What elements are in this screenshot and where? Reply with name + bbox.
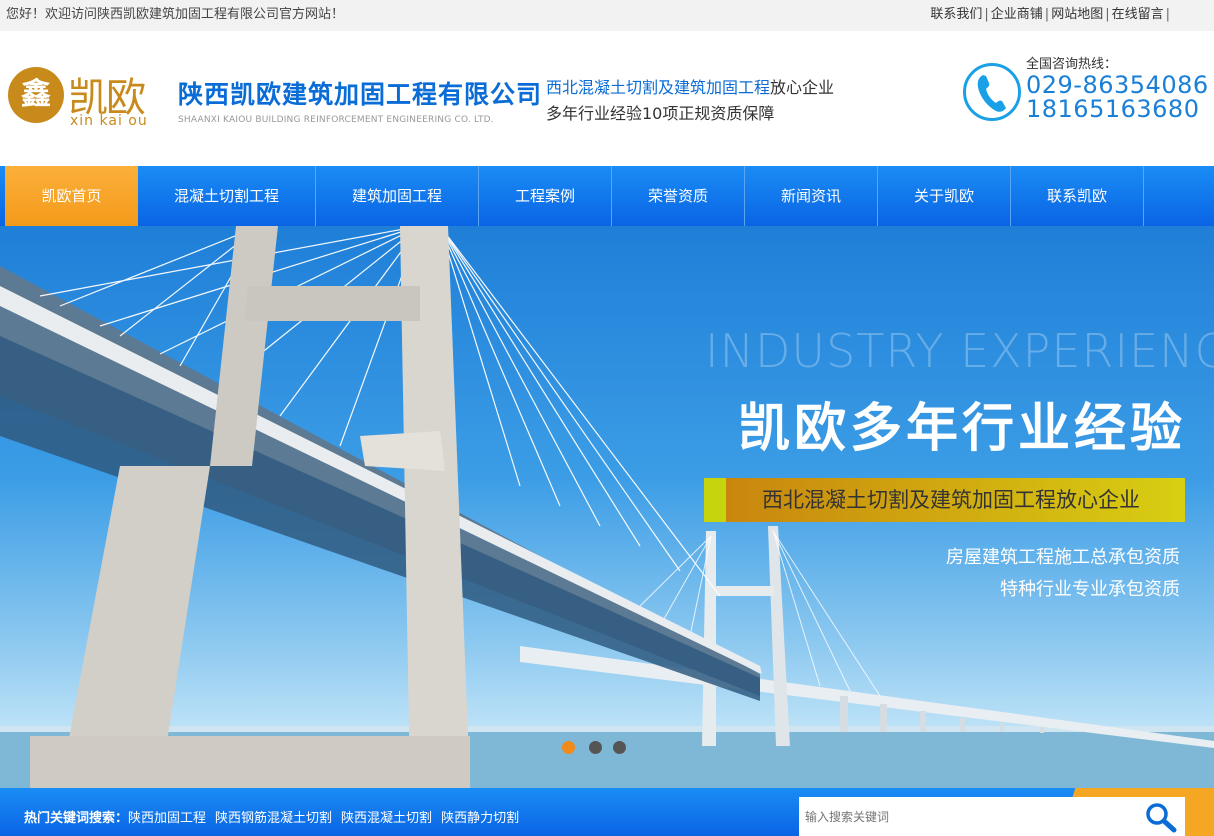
nav-item-home[interactable]: 凯欧首页 bbox=[5, 166, 138, 226]
search-box bbox=[799, 797, 1185, 836]
company-name-en: SHAANXI KAIOU BUILDING REINFORCEMENT ENG… bbox=[178, 115, 494, 125]
banner-en-title: INDUSTRY EXPERIENCE bbox=[705, 324, 1214, 378]
nav-item-cases[interactable]: 工程案例 bbox=[479, 166, 612, 226]
search-input[interactable] bbox=[799, 797, 1135, 836]
top-links: 联系我们 | 企业商铺 | 网站地图 | 在线留言 | bbox=[930, 0, 1172, 29]
nav-item-news[interactable]: 新闻资讯 bbox=[745, 166, 878, 226]
search-button[interactable] bbox=[1143, 801, 1179, 833]
banner-line-2: 特种行业专业承包资质 bbox=[1000, 579, 1180, 600]
hotline-label: 全国咨询热线： bbox=[1026, 57, 1118, 72]
slogan-rest: 放心企业 bbox=[770, 78, 835, 97]
hero-banner: INDUSTRY EXPERIENCE 凯欧多年行业经验 西北混凝土切割及建筑加… bbox=[0, 226, 1214, 788]
nav-item-concrete-cutting[interactable]: 混凝土切割工程 bbox=[138, 166, 316, 226]
phone-number-2: 18165163680 bbox=[1026, 95, 1200, 123]
contact-us-link[interactable]: 联系我们 bbox=[930, 7, 982, 22]
logo-brand-en: xin kai ou bbox=[70, 113, 148, 129]
slider-dot-1[interactable] bbox=[562, 741, 575, 754]
top-bar: 您好！欢迎访问陕西凯欧建筑加固工程有限公司官方网站！ 联系我们 | 企业商铺 | 网站地… bbox=[0, 0, 1214, 31]
message-link[interactable]: 在线留言 bbox=[1112, 7, 1164, 22]
separator: | bbox=[1105, 7, 1110, 22]
nav-item-contact[interactable]: 联系凯欧 bbox=[1011, 166, 1144, 226]
separator: | bbox=[984, 7, 989, 22]
nav-item-about[interactable]: 关于凯欧 bbox=[878, 166, 1011, 226]
slider-dot-3[interactable] bbox=[613, 741, 626, 754]
banner-line-1: 房屋建筑工程施工总承包资质 bbox=[946, 547, 1180, 568]
slider-dot-2[interactable] bbox=[589, 741, 602, 754]
slogan-highlight: 西北混凝土切割及建筑加固工程 bbox=[546, 78, 771, 97]
hot-keywords: 热门关键词搜索：陕西加固工程 陕西钢筋混凝土切割 陕西混凝土切割 陕西静力切割 bbox=[24, 788, 528, 836]
search-icon bbox=[1146, 803, 1177, 833]
keyword-link[interactable]: 陕西钢筋混凝土切割 bbox=[215, 811, 332, 826]
header-slogan: 西北混凝土切割及建筑加固工程放心企业 多年行业经验10项正规资质保障 bbox=[546, 75, 834, 127]
banner-subtitle-bar: 西北混凝土切割及建筑加固工程放心企业 bbox=[704, 478, 1185, 522]
nav-item-reinforcement[interactable]: 建筑加固工程 bbox=[316, 166, 479, 226]
hot-keywords-label: 热门关键词搜索： bbox=[24, 811, 129, 826]
logo-mark: 鑫 bbox=[8, 67, 64, 123]
company-name: 陕西凯欧建筑加固工程有限公司 SHAANXI KAIOU BUILDING RE… bbox=[178, 75, 542, 125]
banner-cn-title: 凯欧多年行业经验 bbox=[737, 399, 1186, 459]
separator: | bbox=[1165, 7, 1170, 22]
nav-item-honors[interactable]: 荣誉资质 bbox=[612, 166, 745, 226]
company-name-cn: 陕西凯欧建筑加固工程有限公司 bbox=[178, 80, 543, 109]
hotline: 全国咨询热线： 029-86354086 18165163680 bbox=[963, 53, 1208, 133]
main-nav: 凯欧首页 混凝土切割工程 建筑加固工程 工程案例 荣誉资质 新闻资讯 关于凯欧 … bbox=[0, 166, 1214, 226]
keyword-link[interactable]: 陕西静力切割 bbox=[441, 811, 519, 826]
shop-link[interactable]: 企业商铺 bbox=[991, 7, 1043, 22]
site-logo[interactable]: 鑫 凯欧 xin kai ou bbox=[8, 67, 158, 159]
slogan-line2: 多年行业经验10项正规资质保障 bbox=[546, 104, 775, 123]
sitemap-link[interactable]: 网站地图 bbox=[1051, 7, 1103, 22]
keyword-link[interactable]: 陕西加固工程 bbox=[128, 811, 206, 826]
banner-subtitle: 西北混凝土切割及建筑加固工程放心企业 bbox=[726, 478, 1185, 522]
phone-icon bbox=[963, 63, 1021, 121]
welcome-text: 您好！欢迎访问陕西凯欧建筑加固工程有限公司官方网站！ bbox=[6, 7, 345, 22]
header: 鑫 凯欧 xin kai ou 陕西凯欧建筑加固工程有限公司 SHAANXI K… bbox=[0, 31, 1214, 166]
keyword-link[interactable]: 陕西混凝土切割 bbox=[341, 811, 432, 826]
separator: | bbox=[1044, 7, 1050, 22]
